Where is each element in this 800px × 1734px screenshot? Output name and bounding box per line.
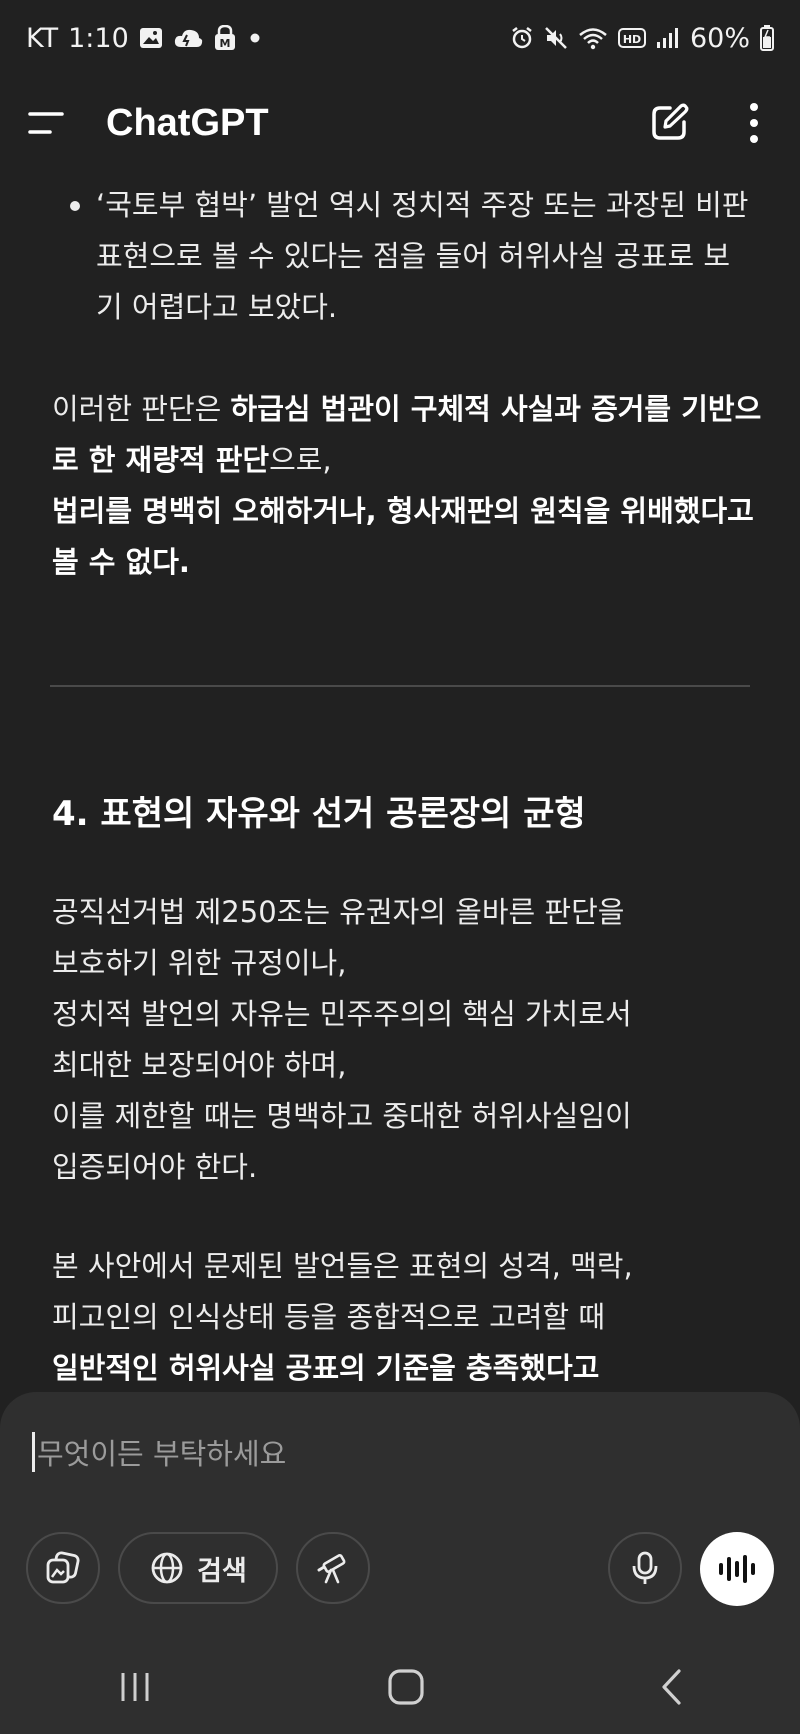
svg-text:HD: HD <box>623 33 641 46</box>
paragraph-text: 으로, <box>269 443 332 477</box>
paragraph: 이러한 판단은 하급심 법관이 구체적 사실과 증거를 기반으로 한 재량적 판… <box>52 384 762 588</box>
clock: 1:10 <box>68 22 129 54</box>
status-left: KT 1:10 M <box>26 23 263 54</box>
section-heading: 4. 표현의 자유와 선거 공론장의 균형 <box>52 794 586 834</box>
paragraph: 본 사안에서 문제된 발언들은 표현의 성격, 맥락, 피고인의 인식상태 등을… <box>52 1241 762 1392</box>
more-options-icon[interactable] <box>748 102 760 144</box>
svg-text:M: M <box>219 37 230 50</box>
paragraph-text: 이러한 판단은 <box>52 392 231 426</box>
system-nav-bar <box>0 1640 800 1734</box>
bullet-dot <box>70 201 80 211</box>
text-caret <box>32 1432 35 1472</box>
paragraph: 공직선거법 제250조는 유권자의 올바른 판단을 보호하기 위한 규정이나, … <box>52 887 762 1193</box>
battery-charging-icon <box>760 25 774 51</box>
new-chat-icon[interactable] <box>648 102 690 144</box>
status-bar: KT 1:10 M HD 60% <box>0 0 800 76</box>
wifi-icon <box>578 26 608 50</box>
mute-icon <box>544 26 568 50</box>
bold-text: 법리를 명백히 오해하거나, 형사재판의 원칙을 위배했다고 볼 수 없다. <box>52 494 754 579</box>
text-line: 최대한 보장되어야 하며, <box>52 1048 347 1082</box>
microphone-button[interactable] <box>608 1532 682 1604</box>
telescope-icon <box>315 1550 351 1586</box>
message-content: ‘국토부 협박’ 발언 역시 정치적 주장 또는 과장된 비판 표현으로 볼 수… <box>0 180 800 1392</box>
text-line: 이를 제한할 때는 명백하고 중대한 허위사실임이 <box>52 1099 632 1133</box>
app-title: ChatGPT <box>106 101 269 144</box>
microphone-icon <box>630 1550 660 1586</box>
status-right: HD 60% <box>510 23 774 54</box>
attach-button[interactable] <box>26 1532 100 1604</box>
home-icon[interactable] <box>387 1668 425 1706</box>
list-item: ‘국토부 협박’ 발언 역시 정치적 주장 또는 과장된 비판 표현으로 볼 수… <box>52 180 752 333</box>
input-placeholder: 무엇이든 부탁하세요 <box>37 1437 287 1471</box>
search-button[interactable]: 검색 <box>118 1532 278 1604</box>
weather-icon <box>173 27 203 49</box>
message-input[interactable]: 무엇이든 부탁하세요 <box>32 1422 762 1482</box>
text-line: 입증되어야 한다. <box>52 1150 258 1184</box>
alarm-icon <box>510 26 534 50</box>
text-line: 피고인의 인식상태 등을 종합적으로 고려할 때 <box>52 1300 606 1334</box>
signal-icon <box>656 27 680 49</box>
text-line: 공직선거법 제250조는 유권자의 올바른 판단을 <box>52 895 625 929</box>
voice-mode-icon <box>717 1553 757 1585</box>
gallery-icon <box>139 27 163 49</box>
back-icon[interactable] <box>659 1668 683 1706</box>
explore-button[interactable] <box>296 1532 370 1604</box>
text-line: 보호하기 위한 규정이나, <box>52 946 347 980</box>
lock-app-icon: M <box>213 25 237 51</box>
attach-icon <box>45 1551 81 1585</box>
divider <box>50 685 750 687</box>
bold-text: 일반적인 허위사실 공표의 기준을 충족했다고 <box>52 1351 600 1385</box>
voice-mode-button[interactable] <box>700 1532 774 1606</box>
recent-apps-icon[interactable] <box>117 1670 153 1704</box>
search-button-label: 검색 <box>197 1555 247 1587</box>
menu-icon[interactable] <box>26 109 66 137</box>
globe-icon <box>149 1550 185 1586</box>
app-header: ChatGPT <box>0 82 800 164</box>
text-line: 본 사안에서 문제된 발언들은 표현의 성격, 맥락, <box>52 1249 633 1283</box>
text-line: 정치적 발언의 자유는 민주주의의 핵심 가치로서 <box>52 997 632 1031</box>
hd-voice-icon: HD <box>617 27 646 49</box>
notification-dot-icon <box>247 30 263 46</box>
carrier-label: KT <box>26 22 59 54</box>
battery-percent: 60% <box>689 22 750 54</box>
bullet-text: ‘국토부 협박’ 발언 역시 정치적 주장 또는 과장된 비판 표현으로 볼 수… <box>96 188 749 324</box>
